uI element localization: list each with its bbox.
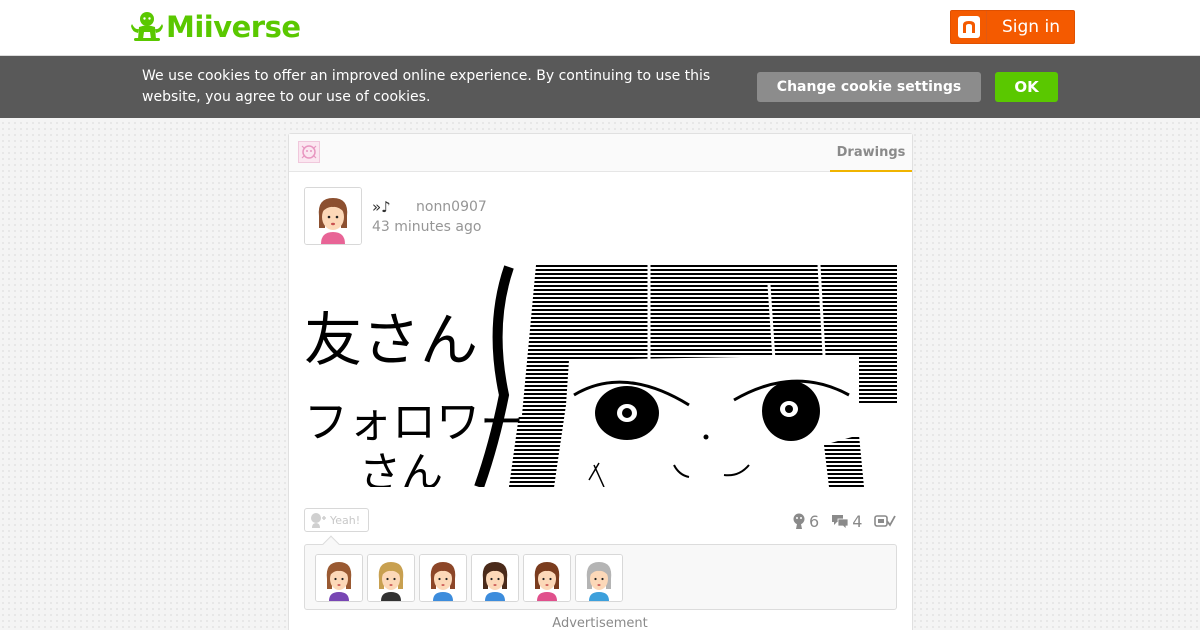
user-id[interactable]: nonn0907 bbox=[416, 199, 487, 215]
avatar[interactable] bbox=[304, 187, 362, 245]
sign-in-button[interactable]: Sign in bbox=[950, 10, 1075, 44]
mii-avatar-1[interactable] bbox=[315, 554, 363, 602]
comment-icon bbox=[832, 515, 849, 529]
miiverse-logo[interactable]: Miiverse bbox=[130, 10, 301, 44]
miiverse-logo-icon bbox=[131, 12, 163, 41]
sign-in-label: Sign in bbox=[1002, 17, 1060, 37]
mii-avatar-4[interactable] bbox=[471, 554, 519, 602]
yeah-count-value: 6 bbox=[809, 511, 820, 531]
comment-count-value: 4 bbox=[852, 511, 863, 531]
post-drawing[interactable]: 友さん フォロワー さん bbox=[304, 265, 897, 487]
drawing-text-line-1: 友さん bbox=[304, 306, 478, 374]
yeah-button[interactable]: Yeah! bbox=[304, 508, 369, 532]
yeah-count: 6 bbox=[792, 512, 819, 531]
mii-avatar-3[interactable] bbox=[419, 554, 467, 602]
nintendo-network-icon bbox=[957, 16, 980, 38]
cookie-message: We use cookies to offer an improved onli… bbox=[142, 68, 711, 105]
logo-text: Miiverse bbox=[166, 10, 301, 44]
played-badge bbox=[874, 513, 897, 529]
mii-avatar-5[interactable] bbox=[523, 554, 571, 602]
empathy-avatar-list bbox=[304, 544, 897, 610]
advertisement-label: Advertisement bbox=[552, 616, 648, 630]
cookie-banner: We use cookies to offer an improved onli… bbox=[0, 56, 1200, 118]
cookie-ok-button[interactable]: OK bbox=[995, 72, 1058, 102]
comment-count: 4 bbox=[831, 512, 862, 531]
tab-drawings[interactable]: Drawings bbox=[830, 134, 912, 172]
post-counts: 6 4 bbox=[792, 512, 908, 531]
empathy-icon bbox=[793, 513, 805, 529]
yeah-label: Yeah! bbox=[330, 513, 361, 527]
post-timestamp[interactable]: 43 minutes ago bbox=[372, 219, 481, 235]
played-icon bbox=[874, 515, 897, 527]
drawing-text-line-3: さん bbox=[359, 448, 443, 487]
change-cookie-settings-button[interactable]: Change cookie settings bbox=[757, 72, 981, 102]
top-bar: Miiverse Sign in bbox=[0, 0, 1200, 56]
drawing-text-line-2: フォロワー bbox=[304, 397, 524, 448]
community-icon[interactable] bbox=[298, 141, 320, 163]
community-header: Drawings bbox=[289, 134, 912, 172]
post-card: Drawings »♪ nonn0907 43 minutes ago 友さん … bbox=[288, 133, 913, 630]
yeah-icon bbox=[311, 513, 326, 528]
nintendo-network-icon-box bbox=[951, 11, 987, 43]
mii-avatar-6[interactable] bbox=[575, 554, 623, 602]
screen-name[interactable]: »♪ bbox=[372, 198, 391, 216]
mii-avatar-2[interactable] bbox=[367, 554, 415, 602]
